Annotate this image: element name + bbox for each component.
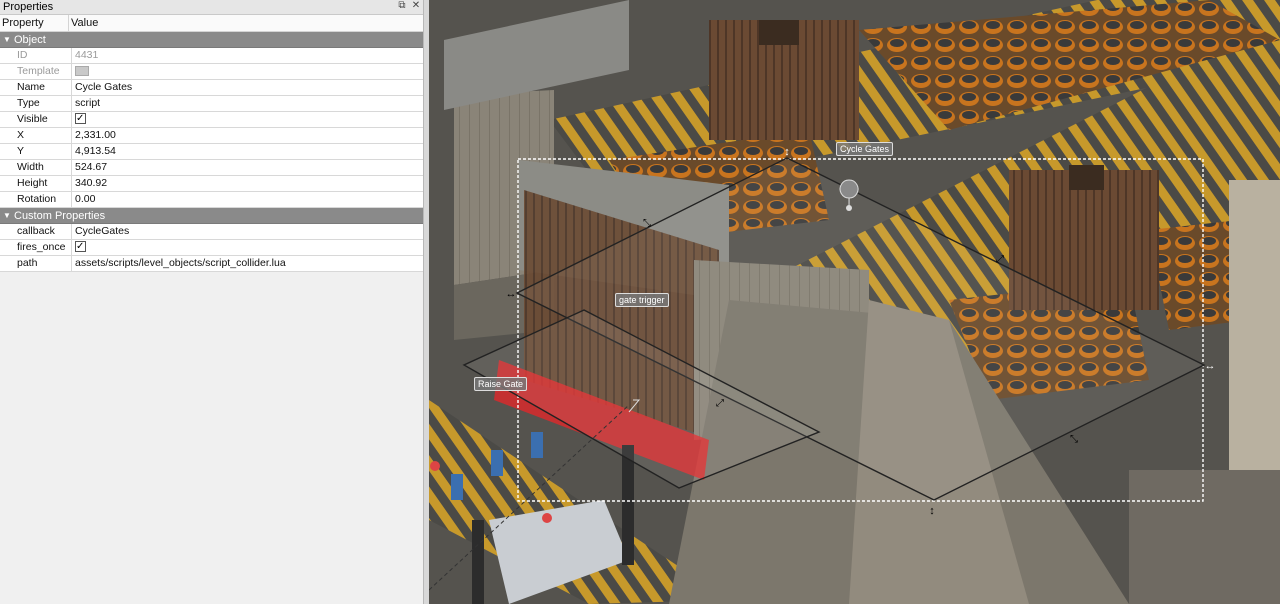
property-row-rotation[interactable]: Rotation 0.00 <box>0 192 423 208</box>
collapse-arrow-icon[interactable]: ▼ <box>0 211 14 220</box>
property-key: fires_once <box>0 240 72 255</box>
object-properties: ID 4431 Template Name Cycle Gates Type s… <box>0 48 423 208</box>
building <box>1229 180 1280 480</box>
building <box>1129 470 1280 604</box>
callback-field[interactable]: CycleGates <box>72 224 423 239</box>
column-header: Property Value <box>0 15 423 32</box>
group-custom-properties[interactable]: ▼ Custom Properties <box>0 208 423 224</box>
property-row-x[interactable]: X 2,331.00 <box>0 128 423 144</box>
template-picker-icon <box>75 66 89 77</box>
resize-handle-icon[interactable]: ⤡ <box>643 218 651 229</box>
collapse-arrow-icon[interactable]: ▼ <box>0 35 14 44</box>
property-row-visible[interactable]: Visible <box>0 112 423 128</box>
property-row-template: Template <box>0 64 423 80</box>
rust-tower-top <box>1069 165 1104 190</box>
road-sign-icon <box>430 461 440 471</box>
property-row-name[interactable]: Name Cycle Gates <box>0 80 423 96</box>
object-label-cycle-gates[interactable]: Cycle Gates <box>836 142 894 156</box>
custom-properties: callback CycleGates fires_once path asse… <box>0 224 423 272</box>
property-row-height[interactable]: Height 340.92 <box>0 176 423 192</box>
property-key: callback <box>0 224 72 239</box>
property-key: Template <box>0 64 72 79</box>
value-column-header[interactable]: Value <box>69 15 423 31</box>
property-key: Height <box>0 176 72 191</box>
property-key: Y <box>0 144 72 159</box>
rust-tower-top <box>759 20 799 45</box>
property-value <box>72 64 423 79</box>
panel-title: Properties <box>3 1 54 13</box>
property-row-fires-once[interactable]: fires_once <box>0 240 423 256</box>
width-field[interactable]: 524.67 <box>72 160 423 175</box>
type-field[interactable]: script <box>72 96 423 111</box>
property-key: Width <box>0 160 72 175</box>
map-pin-dot <box>846 205 852 211</box>
lamp-post <box>622 445 634 565</box>
property-row-width[interactable]: Width 524.67 <box>0 160 423 176</box>
map-canvas[interactable]: ↕ ↕ ↔ ↔ ⤡ ⤢ ⤡ ⤢ <box>429 0 1280 604</box>
blue-sign-icon <box>451 474 463 500</box>
blue-sign-icon <box>531 432 543 458</box>
float-icon[interactable]: ⧉ <box>397 1 407 11</box>
x-field[interactable]: 2,331.00 <box>72 128 423 143</box>
height-field[interactable]: 340.92 <box>72 176 423 191</box>
resize-handle-icon[interactable]: ↔ <box>506 288 517 300</box>
road-sign-icon <box>542 513 552 523</box>
property-key: Rotation <box>0 192 72 207</box>
property-row-path[interactable]: path assets/scripts/level_objects/script… <box>0 256 423 272</box>
visible-checkbox[interactable] <box>75 112 86 126</box>
property-row-id: ID 4431 <box>0 48 423 64</box>
object-label-gate-trigger[interactable]: gate trigger <box>615 293 669 307</box>
close-icon[interactable]: ✕ <box>411 1 421 11</box>
map-viewport[interactable]: ↕ ↕ ↔ ↔ ⤡ ⤢ ⤡ ⤢ Cycle Gates gate trigger… <box>429 0 1280 604</box>
rotation-field[interactable]: 0.00 <box>72 192 423 207</box>
resize-handle-icon[interactable]: ⤢ <box>996 254 1004 265</box>
property-key: ID <box>0 48 72 63</box>
resize-handle-icon[interactable]: ⤡ <box>1070 434 1078 445</box>
blue-sign-icon <box>491 450 503 476</box>
property-key: Type <box>0 96 72 111</box>
fires-once-checkbox[interactable] <box>75 240 86 254</box>
property-key: Name <box>0 80 72 95</box>
resize-handle-icon[interactable]: ↔ <box>1205 360 1216 372</box>
property-row-callback[interactable]: callback CycleGates <box>0 224 423 240</box>
group-object[interactable]: ▼ Object <box>0 32 423 48</box>
lamp-post <box>472 520 484 604</box>
resize-handle-icon[interactable]: ↕ <box>784 146 790 158</box>
property-column-header[interactable]: Property <box>0 15 69 31</box>
group-label: Custom Properties <box>14 209 106 222</box>
panel-title-bar: Properties ⧉ ✕ <box>0 0 423 15</box>
properties-panel: Properties ⧉ ✕ Property Value ▼ Object I… <box>0 0 424 604</box>
property-key: X <box>0 128 72 143</box>
resize-handle-icon[interactable]: ⤢ <box>716 398 724 409</box>
property-key: Visible <box>0 112 72 127</box>
property-row-y[interactable]: Y 4,913.54 <box>0 144 423 160</box>
property-value: 4431 <box>75 49 99 61</box>
group-label: Object <box>14 33 46 46</box>
name-field[interactable]: Cycle Gates <box>72 80 423 95</box>
property-key: path <box>0 256 72 271</box>
y-field[interactable]: 4,913.54 <box>72 144 423 159</box>
resize-handle-icon[interactable]: ↕ <box>929 505 935 517</box>
property-row-type[interactable]: Type script <box>0 96 423 112</box>
path-field[interactable]: assets/scripts/level_objects/script_coll… <box>72 256 423 271</box>
object-label-raise-gate[interactable]: Raise Gate <box>474 377 528 391</box>
